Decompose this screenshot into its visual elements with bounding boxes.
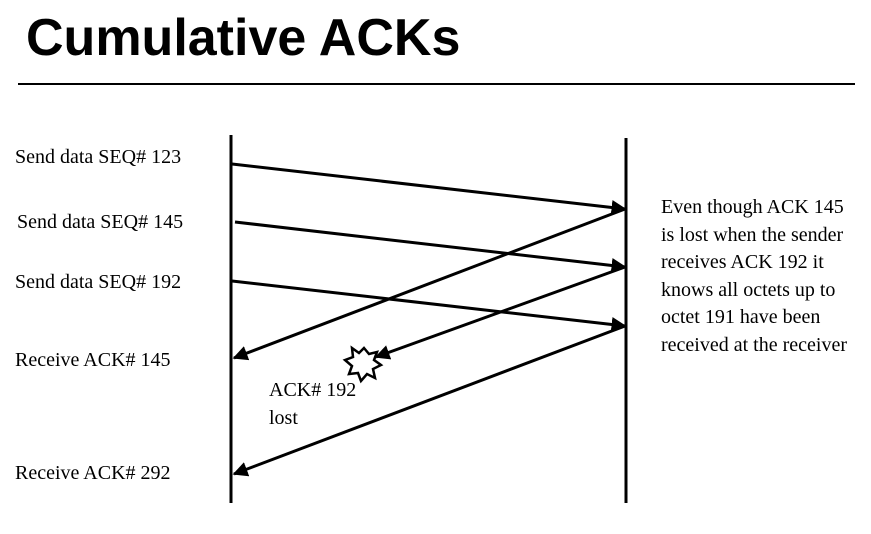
- data-arrow-seq-123: [231, 162, 627, 215]
- data-arrow-seq-145: [234, 220, 627, 273]
- label-receive-ack-292: Receive ACK# 292: [15, 462, 171, 484]
- explanation-note: Even though ACK 145 is lost when the sen…: [661, 196, 847, 356]
- label-send-seq-192: Send data SEQ# 192: [15, 271, 182, 293]
- label-ack-192-lost: ACK# 192 lost: [269, 379, 357, 429]
- label-send-seq-123: Send data SEQ# 123: [15, 146, 182, 168]
- ack-arrow-192-lost: [374, 265, 626, 360]
- label-send-seq-145: Send data SEQ# 145: [17, 211, 184, 233]
- label-receive-ack-145: Receive ACK# 145: [15, 349, 171, 371]
- ack-arrow-145: [232, 207, 626, 361]
